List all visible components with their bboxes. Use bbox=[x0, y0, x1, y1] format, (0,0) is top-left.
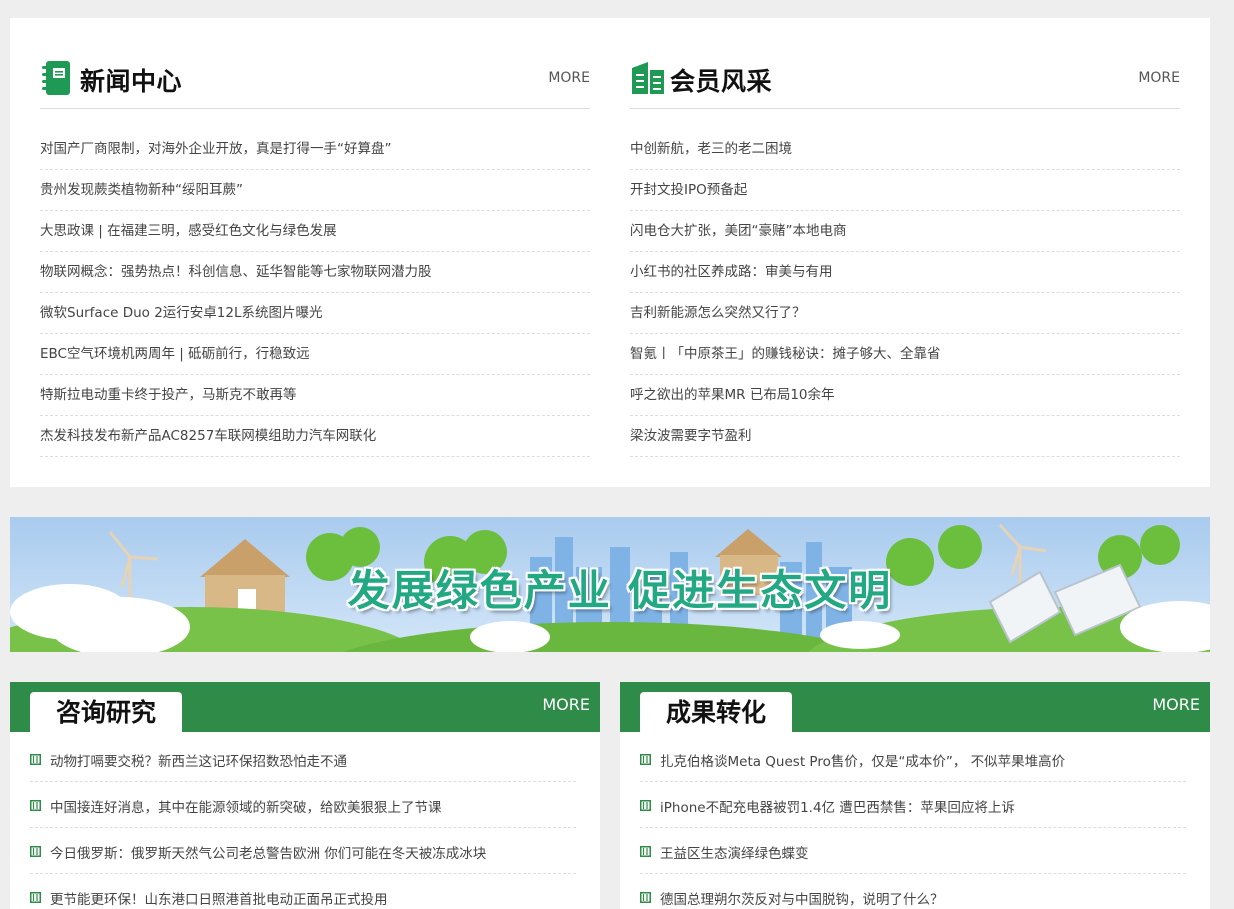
achievements-title-tab: 成果转化 bbox=[640, 692, 792, 732]
member-item[interactable]: 闪电仓大扩张，美团“豪赌”本地电商 bbox=[630, 211, 1180, 252]
square-bullet-icon bbox=[640, 846, 651, 857]
consulting-title-tab: 咨询研究 bbox=[30, 692, 182, 732]
list-item-text: 更节能更环保！山东港口日照港首批电动正面吊正式投用 bbox=[50, 892, 388, 908]
news-item[interactable]: 物联网概念：强势热点！科创信息、延华智能等七家物联网潜力股 bbox=[40, 252, 590, 293]
list-item-text: 动物打嗝要交税？新西兰这记环保招数恐怕走不通 bbox=[50, 754, 347, 770]
achievements-section: 成果转化 MORE 扎克伯格谈Meta Quest Pro售价，仅是“成本价”，… bbox=[620, 682, 1210, 909]
list-item[interactable]: 中国接连好消息，其中在能源领域的新突破，给欧美狠狠上了节课 bbox=[30, 782, 576, 828]
list-item[interactable]: 德国总理朔尔茨反对与中国脱钩，说明了什么？ bbox=[640, 874, 1186, 909]
green-industry-banner[interactable]: 发展绿色产业 促进生态文明 bbox=[10, 517, 1210, 652]
square-bullet-icon bbox=[30, 800, 41, 811]
square-bullet-icon bbox=[30, 892, 41, 903]
member-style-column: 会员风采 MORE 中创新航，老三的老二困境 开封文投IPO预备起 闪电仓大扩张… bbox=[630, 58, 1180, 457]
banner-slogan: 发展绿色产业 促进生态文明 bbox=[347, 566, 893, 615]
news-item[interactable]: 大思政课 | 在福建三明，感受红色文化与绿色发展 bbox=[40, 211, 590, 252]
member-style-title: 会员风采 bbox=[670, 67, 773, 96]
list-item-text: 扎克伯格谈Meta Quest Pro售价，仅是“成本价”， 不似苹果堆高价 bbox=[660, 754, 1066, 770]
member-style-list: 中创新航，老三的老二困境 开封文投IPO预备起 闪电仓大扩张，美团“豪赌”本地电… bbox=[630, 129, 1180, 457]
page: 新闻中心 MORE 对国产厂商限制，对海外企业开放，真是打得一手“好算盘” 贵州… bbox=[0, 0, 1234, 909]
notebook-icon bbox=[42, 61, 70, 95]
list-item-text: 德国总理朔尔茨反对与中国脱钩，说明了什么？ bbox=[660, 892, 944, 908]
consulting-more-link[interactable]: MORE bbox=[542, 695, 590, 714]
list-item-text: 中国接连好消息，其中在能源领域的新突破，给欧美狠狠上了节课 bbox=[50, 800, 442, 816]
news-center-list: 对国产厂商限制，对海外企业开放，真是打得一手“好算盘” 贵州发现蕨类植物新种“绥… bbox=[40, 129, 590, 457]
achievements-list: 扎克伯格谈Meta Quest Pro售价，仅是“成本价”， 不似苹果堆高价 i… bbox=[620, 736, 1210, 909]
list-item-text: iPhone不配充电器被罚1.4亿 遭巴西禁售：苹果回应将上诉 bbox=[660, 800, 1015, 816]
news-item[interactable]: 特斯拉电动重卡终于投产，马斯克不敢再等 bbox=[40, 375, 590, 416]
news-center-more-link[interactable]: MORE bbox=[548, 70, 590, 86]
news-item[interactable]: 对国产厂商限制，对海外企业开放，真是打得一手“好算盘” bbox=[40, 129, 590, 170]
square-bullet-icon bbox=[640, 892, 651, 903]
member-item[interactable]: 开封文投IPO预备起 bbox=[630, 170, 1180, 211]
square-bullet-icon bbox=[30, 754, 41, 765]
news-item[interactable]: 微软Surface Duo 2运行安卓12L系统图片曝光 bbox=[40, 293, 590, 334]
news-item[interactable]: 杰发科技发布新产品AC8257车联网模组助力汽车网联化 bbox=[40, 416, 590, 457]
member-item[interactable]: 呼之欲出的苹果MR 已布局10余年 bbox=[630, 375, 1180, 416]
list-item-text: 王益区生态演绎绿色蝶变 bbox=[660, 846, 809, 862]
member-item[interactable]: 智氪丨「中原茶王」的赚钱秘诀：摊子够大、全靠省 bbox=[630, 334, 1180, 375]
news-center-title: 新闻中心 bbox=[80, 67, 183, 96]
list-item[interactable]: 更节能更环保！山东港口日照港首批电动正面吊正式投用 bbox=[30, 874, 576, 909]
news-item[interactable]: EBC空气环境机两周年 | 砥砺前行，行稳致远 bbox=[40, 334, 590, 375]
news-item[interactable]: 贵州发现蕨类植物新种“绥阳耳蕨” bbox=[40, 170, 590, 211]
member-item[interactable]: 小红书的社区养成路：审美与有用 bbox=[630, 252, 1180, 293]
consulting-list: 动物打嗝要交税？新西兰这记环保招数恐怕走不通 中国接连好消息，其中在能源领域的新… bbox=[10, 736, 600, 909]
consulting-header: 咨询研究 MORE bbox=[10, 682, 600, 732]
list-item[interactable]: iPhone不配充电器被罚1.4亿 遭巴西禁售：苹果回应将上诉 bbox=[640, 782, 1186, 828]
square-bullet-icon bbox=[30, 846, 41, 857]
member-style-more-link[interactable]: MORE bbox=[1138, 70, 1180, 86]
member-item[interactable]: 中创新航，老三的老二困境 bbox=[630, 129, 1180, 170]
top-news-panel: 新闻中心 MORE 对国产厂商限制，对海外企业开放，真是打得一手“好算盘” 贵州… bbox=[10, 18, 1210, 487]
list-item[interactable]: 王益区生态演绎绿色蝶变 bbox=[640, 828, 1186, 874]
news-center-column: 新闻中心 MORE 对国产厂商限制，对海外企业开放，真是打得一手“好算盘” 贵州… bbox=[40, 58, 590, 457]
news-center-header: 新闻中心 MORE bbox=[40, 58, 590, 109]
square-bullet-icon bbox=[640, 754, 651, 765]
buildings-icon bbox=[632, 62, 664, 94]
member-item[interactable]: 梁汝波需要字节盈利 bbox=[630, 416, 1180, 457]
list-item[interactable]: 扎克伯格谈Meta Quest Pro售价，仅是“成本价”， 不似苹果堆高价 bbox=[640, 736, 1186, 782]
list-item-text: 今日俄罗斯：俄罗斯天然气公司老总警告欧洲 你们可能在冬天被冻成冰块 bbox=[50, 846, 487, 862]
achievements-more-link[interactable]: MORE bbox=[1152, 695, 1200, 714]
square-bullet-icon bbox=[640, 800, 651, 811]
list-item[interactable]: 今日俄罗斯：俄罗斯天然气公司老总警告欧洲 你们可能在冬天被冻成冰块 bbox=[30, 828, 576, 874]
consulting-section: 咨询研究 MORE 动物打嗝要交税？新西兰这记环保招数恐怕走不通 中国接连好消息… bbox=[10, 682, 600, 909]
list-item[interactable]: 动物打嗝要交税？新西兰这记环保招数恐怕走不通 bbox=[30, 736, 576, 782]
member-style-header: 会员风采 MORE bbox=[630, 58, 1180, 109]
achievements-header: 成果转化 MORE bbox=[620, 682, 1210, 732]
member-item[interactable]: 吉利新能源怎么突然又行了？ bbox=[630, 293, 1180, 334]
